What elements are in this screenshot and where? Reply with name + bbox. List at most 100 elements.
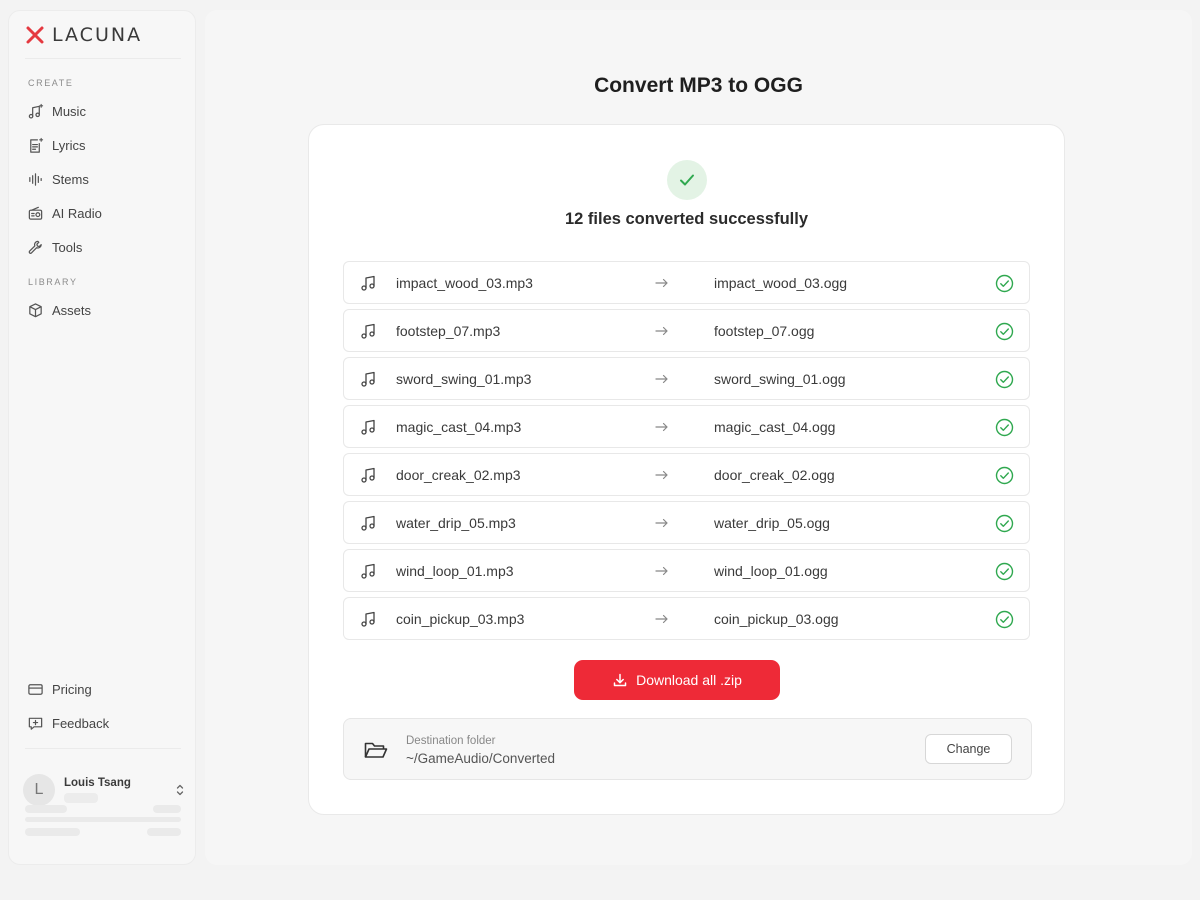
sidebar-item-label: AI Radio [52, 205, 102, 221]
usage-skeleton [153, 805, 181, 813]
logo[interactable]: LACUNA [25, 24, 143, 46]
music-note-icon [361, 611, 375, 627]
output-filename: coin_pickup_03.ogg [714, 611, 839, 627]
sidebar-item-label: Music [52, 103, 86, 119]
check-circle-icon [995, 418, 1014, 437]
arrow-right-icon [655, 518, 668, 528]
file-row: water_drip_05.mp3 water_drip_05.ogg [343, 501, 1030, 544]
destination-path: ~/GameAudio/Converted [406, 751, 555, 766]
usage-skeleton [147, 828, 181, 836]
sidebar-item-label: Assets [52, 302, 92, 318]
wrench-icon [28, 240, 42, 254]
avatar: L [23, 774, 55, 806]
success-badge [667, 160, 707, 200]
arrow-right-icon [655, 470, 668, 480]
page-title: Convert MP3 to OGG [594, 74, 803, 97]
music-note-icon [361, 419, 375, 435]
check-circle-icon [995, 514, 1014, 533]
main-panel: Convert MP3 to OGG 12 files converted su… [205, 10, 1192, 865]
check-circle-icon [995, 610, 1014, 629]
message-plus-icon [28, 717, 43, 730]
change-destination-button[interactable]: Change [925, 734, 1012, 764]
usage-skeleton [25, 828, 80, 836]
music-note-icon [361, 323, 375, 339]
destination-folder-panel: Destination folder ~/GameAudio/Converted… [343, 718, 1032, 780]
chevron-up-down-icon [176, 784, 184, 796]
download-all-label: Download all .zip [636, 672, 742, 688]
sidebar-item-label: Stems [52, 171, 89, 187]
sidebar-item-music[interactable]: Music [23, 97, 183, 125]
sidebar-item-lyrics[interactable]: Lyrics [23, 131, 183, 159]
source-filename: door_creak_02.mp3 [396, 467, 521, 483]
credit-card-icon [28, 683, 43, 695]
sidebar-item-ai-radio[interactable]: AI Radio [23, 199, 183, 227]
output-filename: footstep_07.ogg [714, 323, 815, 339]
sidebar-item-stems[interactable]: Stems [23, 165, 183, 193]
sidebar-item-label: Feedback [52, 715, 110, 731]
output-filename: impact_wood_03.ogg [714, 275, 848, 291]
output-filename: sword_swing_01.ogg [714, 371, 846, 387]
music-note-icon [361, 515, 375, 531]
file-row: wind_loop_01.mp3 wind_loop_01.ogg [343, 549, 1030, 592]
file-row: footstep_07.mp3 footstep_07.ogg [343, 309, 1030, 352]
arrow-right-icon [655, 326, 668, 336]
file-row: coin_pickup_03.mp3 coin_pickup_03.ogg [343, 597, 1030, 640]
output-filename: wind_loop_01.ogg [714, 563, 828, 579]
music-note-sparkle-icon [28, 103, 44, 119]
arrow-right-icon [655, 278, 668, 288]
source-filename: water_drip_05.mp3 [396, 515, 516, 531]
conversion-status: 12 files converted successfully [564, 210, 809, 228]
check-circle-icon [995, 466, 1014, 485]
music-note-icon [361, 467, 375, 483]
music-note-icon [361, 275, 375, 291]
file-row: sword_swing_01.mp3 sword_swing_01.ogg [343, 357, 1030, 400]
checkmark-icon [680, 174, 694, 186]
check-circle-icon [995, 322, 1014, 341]
folder-open-icon [364, 742, 388, 758]
download-all-button[interactable]: Download all .zip [574, 660, 780, 700]
sidebar-item-tools[interactable]: Tools [23, 233, 183, 261]
check-circle-icon [995, 274, 1014, 293]
user-menu[interactable]: L Louis Tsang [23, 773, 184, 807]
user-name: Louis Tsang [64, 777, 131, 789]
arrow-right-icon [655, 614, 668, 624]
logo-mark-icon [26, 26, 44, 44]
section-label-library: LIBRARY [28, 277, 78, 287]
music-note-icon [361, 371, 375, 387]
music-note-icon [361, 563, 375, 579]
check-circle-icon [995, 370, 1014, 389]
usage-bar-skeleton [25, 817, 181, 822]
sidebar-item-feedback[interactable]: Feedback [23, 709, 183, 737]
radio-icon [28, 206, 43, 220]
sidebar-item-label: Lyrics [52, 137, 86, 153]
source-filename: footstep_07.mp3 [396, 323, 501, 339]
conversion-result-card: 12 files converted successfully impact_w… [308, 124, 1065, 815]
sidebar-divider [25, 748, 181, 749]
usage-skeleton [25, 805, 67, 813]
user-plan-placeholder [64, 793, 98, 803]
arrow-right-icon [655, 566, 668, 576]
source-filename: sword_swing_01.mp3 [396, 371, 532, 387]
section-label-create: CREATE [28, 78, 74, 88]
sidebar-item-label: Tools [52, 239, 83, 255]
sidebar-item-assets[interactable]: Assets [23, 296, 183, 324]
destination-label: Destination folder [406, 735, 496, 747]
sidebar-divider [25, 58, 181, 59]
file-row: impact_wood_03.mp3 impact_wood_03.ogg [343, 261, 1030, 304]
logo-text: LACUNA [52, 24, 143, 46]
output-filename: door_creak_02.ogg [714, 467, 835, 483]
sidebar-item-label: Pricing [52, 681, 92, 697]
arrow-right-icon [655, 374, 668, 384]
download-icon [613, 673, 627, 687]
sidebar-item-pricing[interactable]: Pricing [23, 675, 183, 703]
document-sparkle-icon [30, 137, 44, 153]
arrow-right-icon [655, 422, 668, 432]
waveform-icon [29, 172, 42, 186]
source-filename: coin_pickup_03.mp3 [396, 611, 525, 627]
box-icon [29, 302, 42, 317]
output-filename: water_drip_05.ogg [714, 515, 830, 531]
file-row: magic_cast_04.mp3 magic_cast_04.ogg [343, 405, 1030, 448]
sidebar: LACUNA CREATE Music Lyrics Stems AI Radi… [8, 10, 196, 865]
source-filename: magic_cast_04.mp3 [396, 419, 522, 435]
file-row: door_creak_02.mp3 door_creak_02.ogg [343, 453, 1030, 496]
